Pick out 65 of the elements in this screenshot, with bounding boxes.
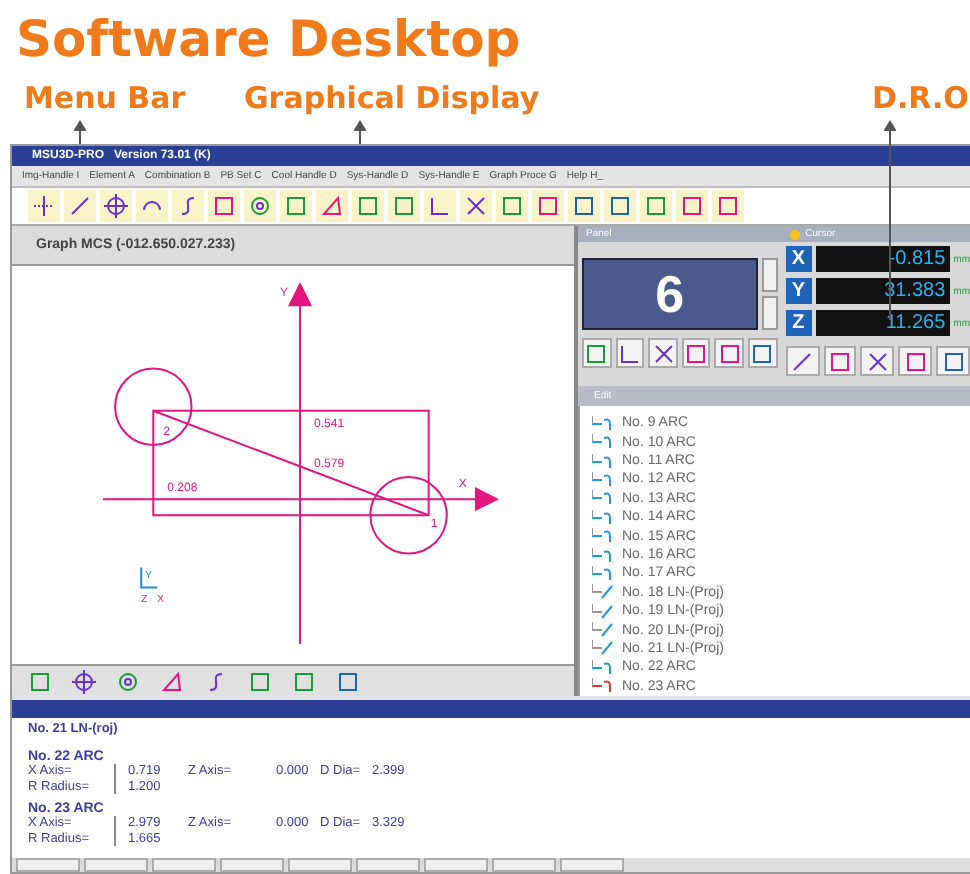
target-icon bbox=[72, 669, 96, 694]
panel-button[interactable] bbox=[748, 338, 778, 369]
callout-label: Graphical Display bbox=[244, 80, 540, 116]
crosshair-icon bbox=[32, 194, 56, 219]
toolbar-button[interactable] bbox=[532, 190, 564, 223]
toolbar-button[interactable] bbox=[100, 190, 132, 223]
toolbar-button[interactable] bbox=[460, 190, 492, 223]
panel-button[interactable] bbox=[615, 338, 645, 369]
axis-indicator-icon bbox=[140, 567, 158, 589]
cross-icon bbox=[651, 341, 676, 366]
toolbar-button[interactable] bbox=[244, 190, 276, 223]
toolbar-button[interactable] bbox=[640, 190, 672, 223]
cursor-button[interactable] bbox=[898, 346, 933, 377]
toolbar-button[interactable] bbox=[172, 190, 204, 223]
axis-button[interactable]: X bbox=[785, 246, 812, 273]
toolbar-button[interactable] bbox=[352, 190, 384, 223]
cursor-button[interactable] bbox=[860, 346, 895, 377]
scroll-button[interactable] bbox=[761, 258, 778, 293]
callout-arrow bbox=[74, 120, 86, 144]
axes-icon bbox=[617, 341, 642, 366]
panel-button[interactable] bbox=[582, 338, 612, 369]
callout-arrow bbox=[354, 120, 366, 144]
cursor-button[interactable] bbox=[785, 346, 820, 377]
callout-label: D.R.O bbox=[872, 80, 969, 116]
axis-readout: 11.265 bbox=[815, 310, 950, 337]
cross-icon bbox=[865, 349, 890, 374]
circle-icon bbox=[116, 669, 140, 694]
toolbar-button[interactable] bbox=[496, 190, 528, 223]
number-display: 6 bbox=[582, 258, 758, 331]
line-icon bbox=[68, 194, 92, 219]
toolbar-button[interactable] bbox=[64, 190, 96, 223]
toolbar-button[interactable] bbox=[280, 190, 312, 223]
curve-icon bbox=[176, 194, 200, 219]
toolbar-button[interactable] bbox=[68, 665, 100, 698]
angle-icon bbox=[320, 194, 344, 219]
axis-button[interactable]: Z bbox=[785, 310, 812, 337]
panel-button[interactable] bbox=[681, 338, 711, 369]
toolbar-button[interactable] bbox=[388, 190, 420, 223]
angle-icon bbox=[160, 669, 184, 694]
toolbar-button[interactable] bbox=[28, 190, 60, 223]
toolbar-button[interactable] bbox=[208, 190, 240, 223]
toolbar-button[interactable] bbox=[136, 190, 168, 223]
cross-icon bbox=[464, 194, 488, 219]
axis-button[interactable]: Y bbox=[785, 278, 812, 305]
toolbar-button[interactable] bbox=[604, 190, 636, 223]
page-heading: Software Desktop bbox=[16, 12, 523, 68]
panel-button[interactable] bbox=[648, 338, 678, 369]
scroll-button[interactable] bbox=[761, 296, 778, 331]
toolbar-button[interactable] bbox=[316, 190, 348, 223]
axis-readout: -0.815 bbox=[815, 246, 950, 273]
toolbar-button[interactable] bbox=[676, 190, 708, 223]
panel-button[interactable] bbox=[714, 338, 745, 369]
circle-icon bbox=[248, 194, 272, 219]
target-icon bbox=[104, 194, 128, 219]
toolbar-button[interactable] bbox=[712, 190, 744, 223]
line-icon bbox=[790, 349, 815, 374]
toolbar-button[interactable] bbox=[568, 190, 600, 223]
axes-icon bbox=[428, 194, 452, 219]
cursor-button[interactable] bbox=[936, 346, 970, 377]
curve-icon bbox=[204, 669, 228, 694]
callout-label: Menu Bar bbox=[24, 80, 186, 116]
cursor-button[interactable] bbox=[823, 346, 857, 377]
axis-readout: 31.383 bbox=[815, 278, 950, 305]
dot-icon bbox=[789, 229, 800, 240]
toolbar-button[interactable] bbox=[424, 190, 456, 223]
